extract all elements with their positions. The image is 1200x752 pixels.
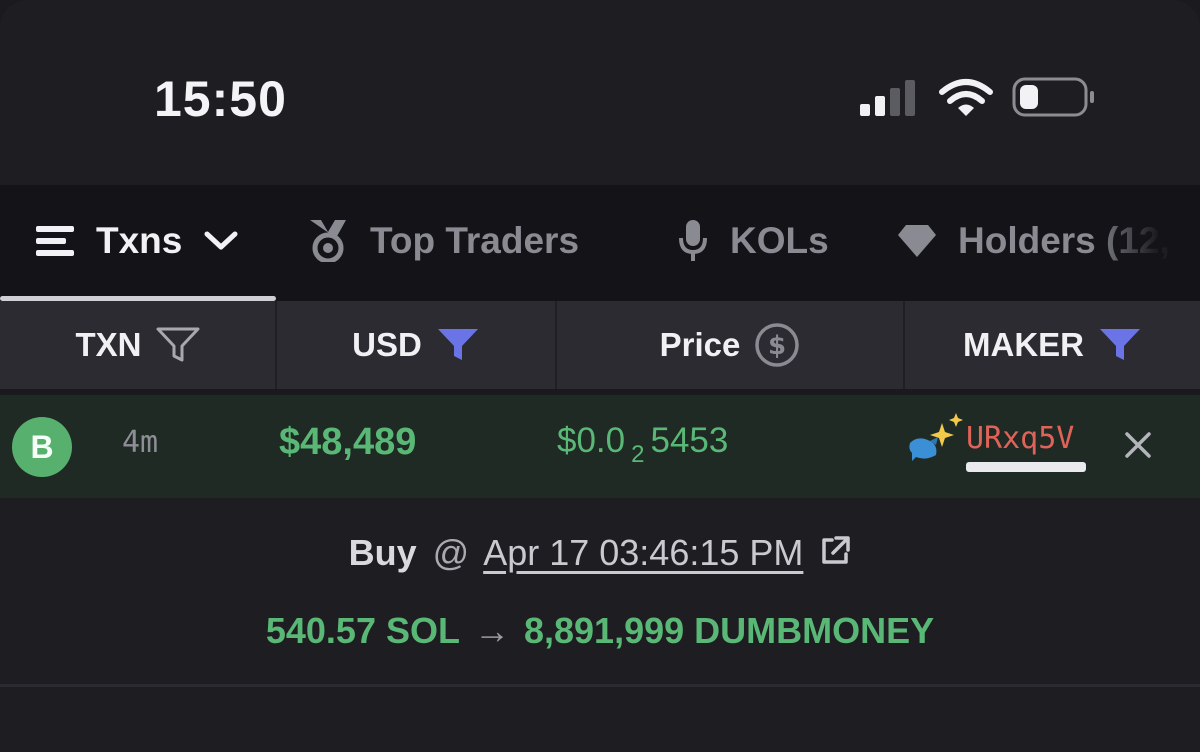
trade-side: Buy bbox=[348, 532, 417, 573]
trade-age: 4m bbox=[122, 425, 159, 460]
external-link-icon[interactable] bbox=[819, 535, 851, 567]
column-maker[interactable]: MAKER bbox=[905, 301, 1200, 389]
microphone-icon bbox=[678, 220, 708, 262]
tab-bar: Txns Top Traders KOLs Holders (12, bbox=[0, 185, 1200, 301]
tab-txns[interactable]: Txns bbox=[36, 185, 238, 297]
status-bar: 15:50 bbox=[0, 0, 1200, 185]
status-time: 15:50 bbox=[154, 71, 287, 127]
trade-details: Buy @ Apr 17 03:46:15 PM 540.57 SOL → 8,89… bbox=[0, 498, 1200, 684]
close-icon[interactable] bbox=[1116, 423, 1160, 467]
trade-price-digits: 5453 bbox=[650, 421, 729, 460]
maker-address[interactable]: URxq5V bbox=[966, 421, 1074, 456]
column-usd-label: USD bbox=[352, 326, 422, 363]
chevron-down-icon[interactable] bbox=[204, 230, 238, 252]
tab-kols-label: KOLs bbox=[730, 220, 829, 261]
screen: 15:50 Txns Top Traders KOLs Holders (12,… bbox=[0, 0, 1200, 752]
bottom-area bbox=[0, 687, 1200, 752]
tab-bar-fade bbox=[1090, 185, 1200, 297]
whale-sparkle-icon bbox=[909, 413, 963, 461]
trade-price-prefix: $0.0 bbox=[557, 421, 626, 460]
medal-icon bbox=[308, 220, 348, 262]
diamond-icon bbox=[898, 225, 936, 257]
battery-icon bbox=[1012, 77, 1094, 117]
tab-top-traders-label: Top Traders bbox=[370, 220, 580, 261]
filter-outline-icon[interactable] bbox=[156, 327, 200, 363]
trade-price-zero-count: 2 bbox=[631, 441, 645, 468]
token-amount: 8,891,999 DUMBMONEY bbox=[523, 610, 935, 651]
table-row[interactable]: B 4m $48,489 $0.0 2 5453 URxq5V bbox=[0, 395, 1200, 498]
trade-timestamp-link[interactable]: Apr 17 03:46:15 PM bbox=[483, 532, 803, 573]
filter-active-icon[interactable] bbox=[436, 327, 480, 363]
dollar-circle-icon[interactable]: $ bbox=[754, 322, 800, 368]
swap-arrow: → bbox=[473, 610, 510, 651]
table-header: TXN USD Price $ MAKER bbox=[0, 301, 1200, 389]
buy-badge: B bbox=[12, 417, 72, 477]
tab-txns-label: Txns bbox=[96, 220, 183, 261]
wifi-icon bbox=[939, 79, 993, 116]
sol-amount: 540.57 SOL bbox=[265, 610, 460, 651]
trade-price: $0.0 2 5453 bbox=[557, 421, 729, 468]
column-price[interactable]: Price $ bbox=[557, 301, 905, 389]
trade-usd: $48,489 bbox=[279, 421, 417, 463]
swap-summary: 540.57 SOL → 8,891,999 DUMBMONEY bbox=[0, 610, 1200, 652]
trade-detail-line: Buy @ Apr 17 03:46:15 PM bbox=[0, 532, 1200, 574]
tab-top-traders[interactable]: Top Traders bbox=[308, 185, 579, 297]
column-usd[interactable]: USD bbox=[277, 301, 557, 389]
list-icon bbox=[36, 225, 74, 257]
column-maker-label: MAKER bbox=[963, 326, 1084, 363]
tab-kols[interactable]: KOLs bbox=[678, 185, 829, 297]
svg-text:$: $ bbox=[768, 331, 786, 361]
column-txn-label: TXN bbox=[75, 326, 142, 363]
signal-icon bbox=[860, 80, 915, 116]
maker-underline-bar bbox=[966, 462, 1086, 472]
column-txn[interactable]: TXN bbox=[0, 301, 277, 389]
filter-active-icon[interactable] bbox=[1098, 327, 1142, 363]
column-price-label: Price bbox=[659, 326, 741, 363]
at-symbol: @ bbox=[432, 532, 470, 573]
